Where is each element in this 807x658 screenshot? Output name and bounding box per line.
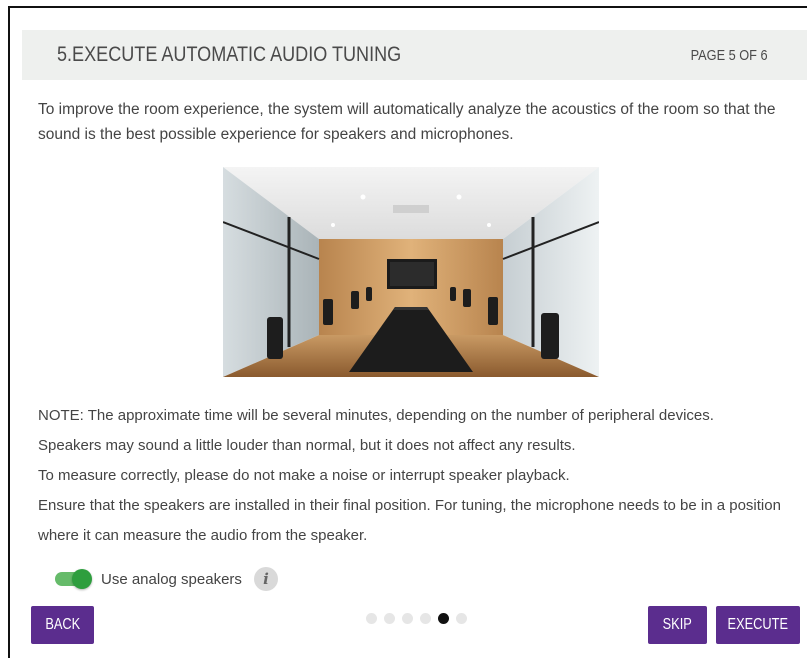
note-line: To measure correctly, please do not make… [38,467,570,484]
page-dot-current [438,613,449,624]
page-dot [420,613,431,624]
note-line: NOTE: The approximate time will be sever… [38,407,714,424]
back-button-label: BACK [45,616,80,633]
page-dot [456,613,467,624]
skip-button[interactable]: SKIP [648,606,707,644]
analog-speakers-toggle[interactable] [55,569,92,589]
execute-button[interactable]: EXECUTE [716,606,800,644]
note-line: Speakers may sound a little louder than … [38,437,576,454]
page-dot [402,613,413,624]
skip-button-label: SKIP [662,616,693,633]
pagination-dots [366,613,467,624]
note-line: Ensure that the speakers are installed i… [38,497,781,544]
toggle-label: Use analog speakers [101,570,242,588]
info-icon[interactable]: i [253,567,278,591]
wizard-header: 5.EXECUTE AUTOMATIC AUDIO TUNING PAGE 5 … [22,30,807,80]
execute-button-label: EXECUTE [727,616,789,633]
notes-block: NOTE: The approximate time will be sever… [38,401,793,551]
page-dot [384,613,395,624]
page-dot [366,613,377,624]
page-title: 5.EXECUTE AUTOMATIC AUDIO TUNING [57,43,402,66]
back-button[interactable]: BACK [31,606,94,644]
intro-text: To improve the room experience, the syst… [38,101,776,143]
conference-room-image [223,167,599,377]
toggle-knob [72,569,92,589]
page-indicator: PAGE 5 OF 6 [690,47,768,64]
analog-speakers-row: Use analog speakers i [55,567,278,591]
